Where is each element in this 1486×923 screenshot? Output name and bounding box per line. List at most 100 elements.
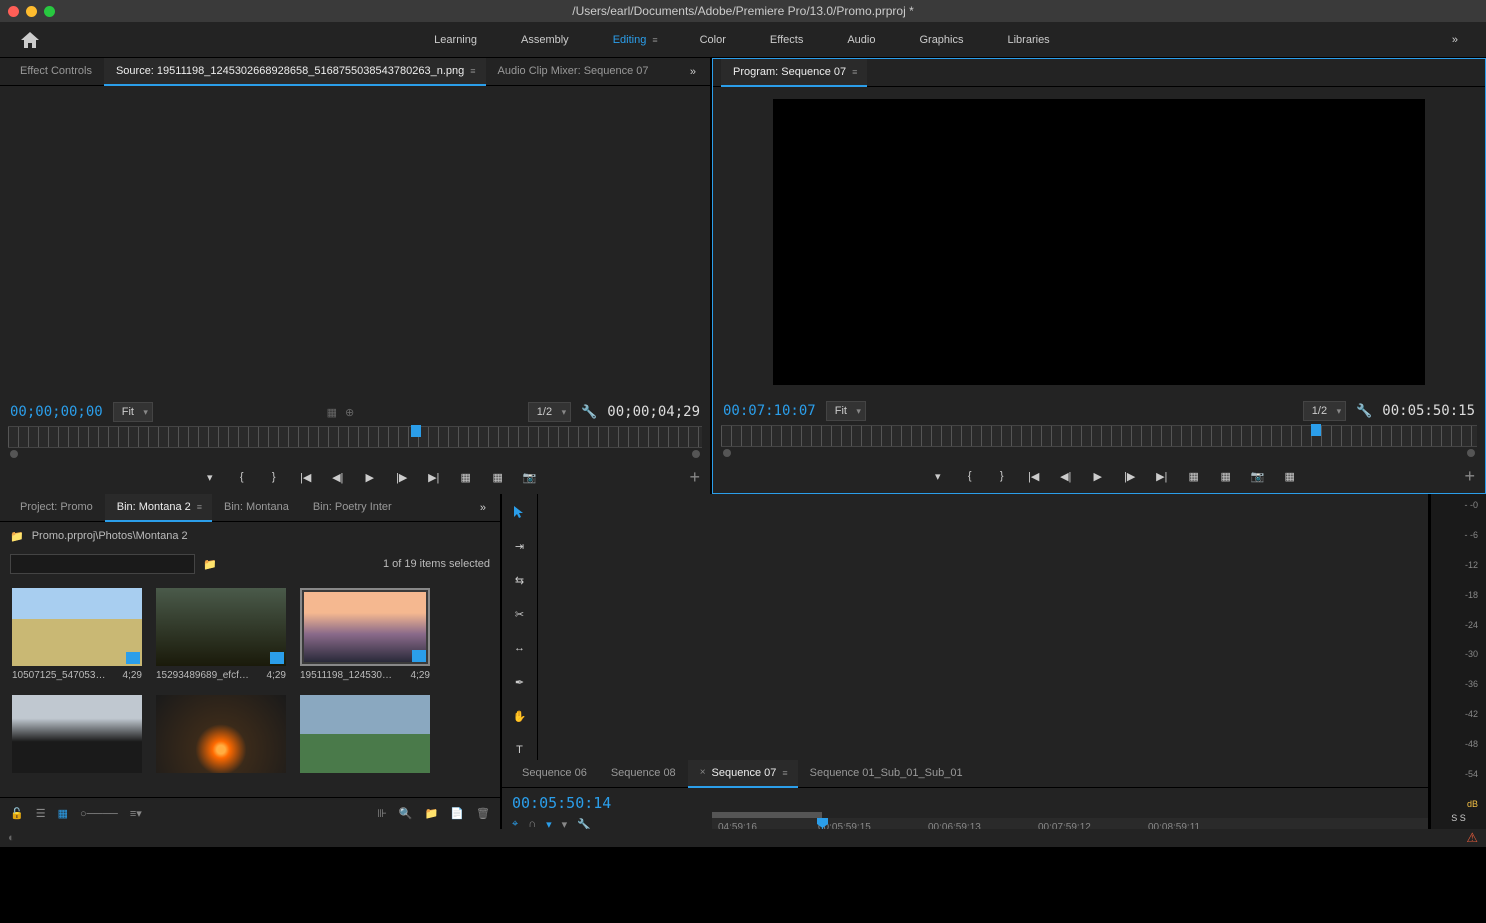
- delete-button[interactable]: 🗑: [476, 807, 490, 820]
- mark-in-button[interactable]: {: [234, 469, 250, 485]
- zoom-handle-left-icon[interactable]: [10, 450, 18, 458]
- source-resolution-dropdown[interactable]: 1/2: [528, 402, 571, 422]
- solo-buttons[interactable]: S S: [1435, 809, 1482, 823]
- media-item[interactable]: 10507125_5470538...4;29: [12, 588, 142, 681]
- export-frame-button[interactable]: 📷: [1250, 468, 1266, 484]
- tab-menu-icon[interactable]: ≡: [782, 768, 785, 778]
- export-frame-button[interactable]: 📷: [522, 469, 538, 485]
- timeline-wrench-icon[interactable]: 🔧: [577, 818, 591, 829]
- program-scrub-bar[interactable]: [721, 425, 1477, 447]
- workspace-libraries[interactable]: Libraries: [986, 22, 1072, 58]
- tab-project[interactable]: Project: Promo: [8, 494, 105, 522]
- panel-overflow-button[interactable]: »: [684, 66, 702, 78]
- timeline-ruler[interactable]: 04:59;16 00;05;59;15 00;06;59;13 00;07;5…: [712, 818, 1428, 829]
- timeline-playhead[interactable]: [822, 818, 823, 829]
- source-monitor-view[interactable]: [0, 86, 710, 398]
- selection-tool[interactable]: [510, 502, 530, 522]
- workspace-menu-icon[interactable]: ≡: [652, 35, 655, 45]
- source-settings-icon[interactable]: 🔧: [581, 404, 597, 420]
- go-to-out-button[interactable]: ▶|: [426, 469, 442, 485]
- tab-source[interactable]: Source: 19511198_1245302668928658_516875…: [104, 58, 486, 86]
- snap-button[interactable]: ⌖: [512, 818, 518, 829]
- mark-out-button[interactable]: }: [266, 469, 282, 485]
- list-view-button[interactable]: ☰: [36, 807, 46, 820]
- step-back-button[interactable]: ◀|: [1058, 468, 1074, 484]
- source-timecode-left[interactable]: 00;00;00;00: [10, 404, 103, 420]
- button-editor-icon[interactable]: +: [689, 467, 700, 488]
- warning-icon[interactable]: ⚠: [1466, 830, 1478, 846]
- source-scrub-bar[interactable]: [8, 426, 702, 448]
- zoom-handle-right-icon[interactable]: [692, 450, 700, 458]
- program-timecode-left[interactable]: 00:07:10:07: [723, 403, 816, 419]
- tab-audio-clip-mixer[interactable]: Audio Clip Mixer: Sequence 07: [486, 58, 661, 86]
- overwrite-button[interactable]: ▦: [490, 469, 506, 485]
- work-area-bar[interactable]: [712, 812, 822, 818]
- source-zoom-dropdown[interactable]: Fit: [113, 402, 153, 422]
- new-bin-button[interactable]: 📁: [425, 807, 439, 820]
- new-search-bin-icon[interactable]: 📁: [203, 558, 217, 571]
- timeline-settings-button[interactable]: ▾: [562, 818, 568, 829]
- write-protect-icon[interactable]: 🔓: [10, 807, 24, 820]
- mark-out-button[interactable]: }: [994, 468, 1010, 484]
- automate-button[interactable]: ⊪: [377, 807, 387, 820]
- zoom-handle-right-icon[interactable]: [1467, 449, 1475, 457]
- tab-sequence-06[interactable]: Sequence 06: [510, 760, 599, 788]
- panel-overflow-button[interactable]: »: [474, 502, 492, 514]
- media-item[interactable]: [156, 695, 286, 773]
- hand-tool[interactable]: ✋: [510, 706, 530, 726]
- track-select-tool[interactable]: ⇥: [510, 536, 530, 556]
- step-forward-button[interactable]: |▶: [394, 469, 410, 485]
- extract-button[interactable]: ▦: [1218, 468, 1234, 484]
- linked-selection-button[interactable]: ∩: [528, 818, 536, 829]
- slip-tool[interactable]: ↔: [510, 638, 530, 658]
- program-playhead[interactable]: [1311, 424, 1321, 436]
- cc-sync-icon[interactable]: ◐: [8, 832, 15, 844]
- zoom-slider[interactable]: ○────: [80, 808, 118, 820]
- razor-tool[interactable]: ✂: [510, 604, 530, 624]
- insert-button[interactable]: ▦: [458, 469, 474, 485]
- tab-program[interactable]: Program: Sequence 07 ≡: [721, 59, 867, 87]
- tab-sequence-07[interactable]: × Sequence 07 ≡: [688, 760, 798, 788]
- ripple-edit-tool[interactable]: ⇆: [510, 570, 530, 590]
- tab-effect-controls[interactable]: Effect Controls: [8, 58, 104, 86]
- icon-view-button[interactable]: ▦: [58, 807, 68, 820]
- comparison-view-button[interactable]: ▦: [1282, 468, 1298, 484]
- program-zoom-dropdown[interactable]: Fit: [826, 401, 866, 421]
- source-timecode-right[interactable]: 00;00;04;29: [607, 404, 700, 420]
- tab-bin-montana2[interactable]: Bin: Montana 2 ≡: [105, 494, 212, 522]
- go-to-out-button[interactable]: ▶|: [1154, 468, 1170, 484]
- new-item-button[interactable]: 📄: [450, 807, 464, 820]
- minimize-window-icon[interactable]: [26, 6, 37, 17]
- timeline-timecode[interactable]: 00:05:50:14: [512, 794, 611, 812]
- tab-sequence-08[interactable]: Sequence 08: [599, 760, 688, 788]
- program-timecode-right[interactable]: 00:05:50:15: [1382, 403, 1475, 419]
- workspace-learning[interactable]: Learning: [412, 22, 499, 58]
- find-button[interactable]: 🔍: [399, 807, 413, 820]
- mark-in-button[interactable]: {: [962, 468, 978, 484]
- step-back-button[interactable]: ◀|: [330, 469, 346, 485]
- media-item[interactable]: [12, 695, 142, 773]
- home-button[interactable]: [16, 28, 44, 52]
- breadcrumb[interactable]: Promo.prproj\Photos\Montana 2: [32, 530, 188, 542]
- tab-menu-icon[interactable]: ≡: [197, 502, 200, 512]
- media-item[interactable]: [300, 695, 430, 773]
- zoom-handle-left-icon[interactable]: [723, 449, 731, 457]
- go-to-in-button[interactable]: |◀: [1026, 468, 1042, 484]
- tab-bin-montana[interactable]: Bin: Montana: [212, 494, 301, 522]
- type-tool[interactable]: T: [510, 740, 530, 760]
- program-resolution-dropdown[interactable]: 1/2: [1303, 401, 1346, 421]
- step-forward-button[interactable]: |▶: [1122, 468, 1138, 484]
- play-button[interactable]: ▶: [362, 469, 378, 485]
- play-button[interactable]: ▶: [1090, 468, 1106, 484]
- bin-icon[interactable]: 📁: [10, 530, 24, 543]
- overlay-icon[interactable]: ⊕: [345, 406, 354, 419]
- workspace-editing[interactable]: Editing ≡: [591, 22, 678, 58]
- tab-sequence-01-sub[interactable]: Sequence 01_Sub_01_Sub_01: [798, 760, 975, 788]
- workspace-color[interactable]: Color: [678, 22, 748, 58]
- source-playhead[interactable]: [411, 425, 421, 437]
- safe-margins-icon[interactable]: ▦: [327, 406, 337, 419]
- project-search-input[interactable]: [10, 554, 195, 574]
- sort-button[interactable]: ≡▾: [130, 807, 142, 820]
- workspace-overflow-button[interactable]: »: [1440, 34, 1470, 46]
- maximize-window-icon[interactable]: [44, 6, 55, 17]
